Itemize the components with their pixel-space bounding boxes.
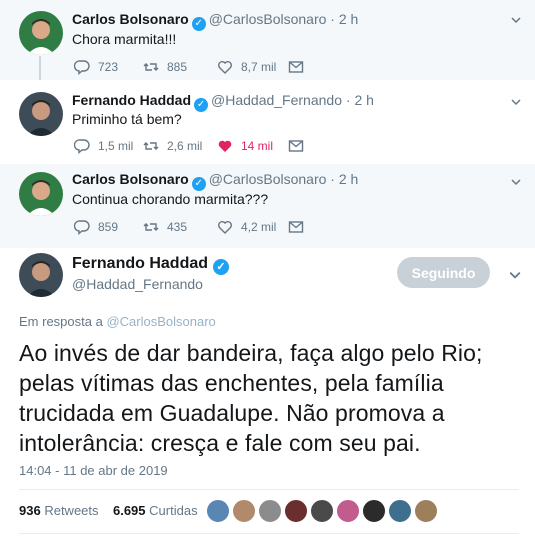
author-handle[interactable]: @Haddad_Fernando (72, 276, 203, 292)
verified-icon: ✓ (194, 98, 209, 112)
verified-icon: ✓ (191, 177, 206, 191)
direct-message-button[interactable] (288, 219, 304, 235)
main-tweet-text: Ao invés de dar bandeira, faça algo pelo… (19, 340, 483, 456)
liker-avatar[interactable] (284, 499, 308, 523)
thread-line (39, 56, 41, 80)
chevron-down-icon[interactable] (509, 268, 521, 279)
retweets-stat[interactable]: 936 Retweets (19, 503, 99, 518)
message-icon (288, 61, 304, 73)
tweet-text: Chora marmita!!! (72, 31, 177, 47)
avatar[interactable] (19, 172, 63, 216)
author-name[interactable]: Fernando Haddad (72, 255, 208, 272)
chevron-down-icon[interactable] (511, 174, 521, 186)
verified-icon: ✓ (213, 259, 230, 275)
retweet-button[interactable]: 435 (143, 219, 187, 235)
message-icon (288, 140, 304, 152)
liker-avatar[interactable] (388, 499, 412, 523)
direct-message-button[interactable] (288, 59, 304, 75)
divider (19, 489, 519, 490)
like-count: 4,2 mil (241, 220, 277, 234)
liker-avatar[interactable] (258, 499, 282, 523)
reply-prefix: Em resposta a (19, 314, 103, 329)
separator-dot: · (326, 171, 339, 187)
retweet-button[interactable]: 885 (143, 59, 187, 75)
retweet-count: 435 (167, 220, 188, 234)
retweets-label: Retweets (44, 503, 99, 518)
reply-count: 859 (98, 220, 119, 234)
verified-icon: ✓ (191, 17, 206, 31)
liker-avatar[interactable] (336, 499, 360, 523)
likes-label: Curtidas (149, 503, 198, 518)
author-name[interactable]: Carlos Bolsonaro (72, 171, 189, 187)
likes-stat[interactable]: 6.695 Curtidas (113, 503, 198, 518)
like-button[interactable]: 8,7 mil (217, 59, 276, 75)
tweet-header: Fernando Haddad ✓ @Haddad_Fernando · 2 h (72, 92, 374, 112)
reply-tweet-1[interactable]: Carlos Bolsonaro ✓ @CarlosBolsonaro · 2 h … (0, 0, 535, 80)
author-handle[interactable]: @CarlosBolsonaro (209, 171, 327, 187)
reply-tweet-2[interactable]: Fernando Haddad ✓ @Haddad_Fernando · 2 h P… (0, 80, 535, 164)
like-count: 8,7 mil (241, 60, 277, 74)
separator-dot: · (342, 92, 355, 108)
liker-avatar[interactable] (310, 499, 334, 523)
separator-dot: · (326, 11, 339, 27)
following-button[interactable]: Seguindo (397, 257, 490, 288)
retweet-icon (143, 142, 159, 150)
reply-to-link[interactable]: @CarlosBolsonaro (106, 314, 215, 329)
main-author: Fernando Haddad ✓ (72, 255, 232, 275)
retweet-icon (143, 223, 159, 231)
like-button[interactable]: 14 mil (217, 138, 273, 154)
tweet-text: Continua chorando marmita??? (72, 191, 269, 207)
author-handle[interactable]: @CarlosBolsonaro (209, 11, 327, 27)
divider (19, 533, 519, 534)
reply-button[interactable]: 859 (74, 219, 118, 235)
tweet-stats: 936 Retweets 6.695 Curtidas (19, 503, 198, 518)
author-name[interactable]: Carlos Bolsonaro (72, 11, 189, 27)
author-name[interactable]: Fernando Haddad (72, 92, 191, 108)
heart-icon (218, 140, 232, 152)
retweets-count: 936 (19, 503, 41, 518)
chevron-down-icon[interactable] (511, 94, 521, 106)
tweet-header: Carlos Bolsonaro ✓ @CarlosBolsonaro · 2 h (72, 171, 358, 191)
tweet-time[interactable]: 2 h (354, 92, 373, 108)
liker-avatar[interactable] (206, 499, 230, 523)
reply-button[interactable]: 723 (74, 59, 118, 75)
likes-count: 6.695 (112, 503, 146, 518)
reply-count: 1,5 mil (98, 139, 134, 153)
liker-avatar[interactable] (232, 499, 256, 523)
tweet-text: Priminho tá bem? (72, 111, 182, 127)
tweet-time[interactable]: 2 h (339, 171, 358, 187)
liker-avatar[interactable] (414, 499, 438, 523)
avatar[interactable] (19, 11, 63, 55)
reply-count: 723 (98, 60, 119, 74)
reply-button[interactable]: 1,5 mil (74, 138, 133, 154)
author-handle[interactable]: @Haddad_Fernando (211, 92, 342, 108)
retweet-count: 885 (167, 60, 188, 74)
tweet-time[interactable]: 2 h (339, 11, 358, 27)
avatar[interactable] (19, 92, 63, 136)
heart-icon (218, 61, 232, 74)
tweet-date[interactable]: 14:04 - 11 de abr de 2019 (19, 463, 168, 478)
avatar[interactable] (19, 253, 63, 297)
reply-icon (74, 60, 90, 75)
direct-message-button[interactable] (288, 138, 304, 154)
like-button[interactable]: 4,2 mil (217, 219, 276, 235)
retweet-count: 2,6 mil (167, 139, 203, 153)
reply-tweet-3[interactable]: Carlos Bolsonaro ✓ @CarlosBolsonaro · 2 h … (0, 164, 535, 248)
chevron-down-icon[interactable] (511, 12, 521, 24)
like-count: 14 mil (241, 139, 274, 153)
heart-icon (218, 221, 232, 234)
retweet-button[interactable]: 2,6 mil (143, 138, 202, 154)
reply-icon (74, 139, 90, 154)
liker-avatar[interactable] (362, 499, 386, 523)
tweet-header: Carlos Bolsonaro ✓ @CarlosBolsonaro · 2 h (72, 11, 358, 31)
reply-icon (74, 220, 90, 235)
retweet-icon (143, 63, 159, 71)
message-icon (288, 221, 304, 233)
reply-context: Em resposta a @CarlosBolsonaro (19, 314, 216, 329)
